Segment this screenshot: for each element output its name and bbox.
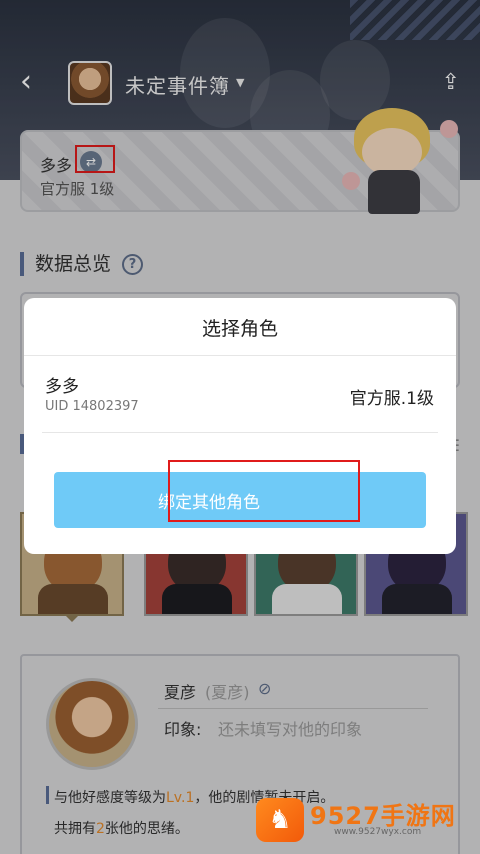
role-option-uid: UID 14802397 xyxy=(45,399,139,414)
role-option-server: 官方服.1级 xyxy=(349,389,434,409)
divider xyxy=(42,432,438,433)
highlight-box xyxy=(168,460,360,522)
dialog-title: 选择角色 xyxy=(201,318,278,340)
watermark-url: www.9527wyx.com xyxy=(334,827,422,837)
role-option[interactable]: 多多 UID 14802397 官方服.1级 xyxy=(24,356,456,432)
select-role-dialog: 选择角色 多多 UID 14802397 官方服.1级 绑定其他角色 xyxy=(24,298,456,554)
horse-logo-icon: ♞ xyxy=(256,798,304,842)
role-option-name: 多多 xyxy=(45,377,79,397)
watermark-brand: 9527手游网 xyxy=(310,802,456,830)
watermark: ♞ 9527手游网 www.9527wyx.com xyxy=(256,796,456,844)
